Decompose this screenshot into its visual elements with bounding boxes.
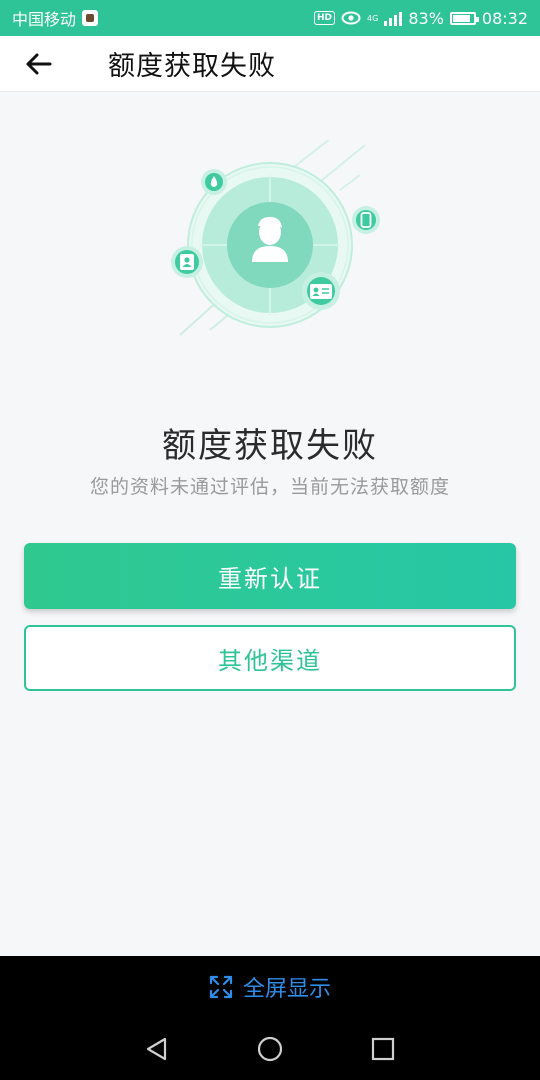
droplet-badge-icon (201, 169, 227, 195)
verification-illustration (171, 140, 380, 336)
eye-icon (341, 11, 361, 25)
page-title: 额度获取失败 (108, 51, 276, 82)
reauthenticate-button[interactable]: 重新认证 (24, 543, 516, 609)
app-notification-icon (82, 10, 99, 26)
recents-square-icon (372, 1037, 395, 1061)
fullscreen-toggle[interactable]: 全屏显示 (0, 956, 540, 1018)
system-nav-bar (0, 1018, 540, 1080)
hd-badge: HD (314, 11, 336, 25)
carrier-name: 中国移动 (12, 10, 77, 29)
battery-icon (449, 11, 479, 25)
nav-recents-button[interactable] (353, 1019, 413, 1079)
arrow-left-icon (26, 53, 52, 74)
result-subtitle: 您的资料未通过评估，当前无法获取额度 (89, 476, 450, 498)
status-bar: 中国移动 HD 4G 83% 08:32 (0, 0, 540, 36)
back-button[interactable] (0, 36, 84, 92)
fullscreen-label: 全屏显示 (242, 977, 331, 1002)
signal-icon (384, 10, 403, 26)
contact-book-badge-icon (171, 246, 203, 278)
result-title: 额度获取失败 (162, 426, 378, 466)
clock: 08:32 (481, 8, 528, 28)
id-card-badge-icon (302, 272, 340, 310)
back-triangle-icon (146, 1037, 166, 1061)
phone-badge-icon (352, 206, 380, 234)
home-circle-icon (257, 1036, 283, 1062)
fullscreen-icon (209, 975, 233, 999)
nav-back-button[interactable] (127, 1019, 187, 1079)
app-header: 额度获取失败 (0, 36, 540, 92)
status-left: 中国移动 (12, 6, 99, 30)
network-type: 4G (367, 13, 379, 23)
battery-percent: 83% (408, 8, 444, 28)
status-right: HD 4G 83% 08:32 (314, 9, 528, 28)
nav-home-button[interactable] (240, 1019, 300, 1079)
other-channels-button[interactable]: 其他渠道 (24, 625, 516, 691)
